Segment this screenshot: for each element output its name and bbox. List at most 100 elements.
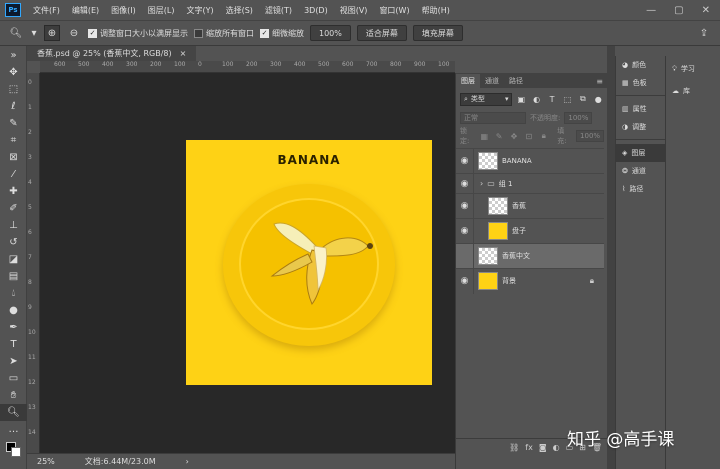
tab-layers[interactable]: 图层 <box>456 74 480 88</box>
layer-row-banana[interactable]: ◉ 香蕉 <box>456 193 604 219</box>
blur-tool-icon[interactable]: 💧︎ <box>0 285 27 302</box>
link-layers-icon[interactable]: ⛓ <box>509 443 519 452</box>
eye-icon[interactable]: ◉ <box>456 218 474 244</box>
fill-field[interactable]: 100% <box>576 130 605 142</box>
close-tab-icon[interactable]: × <box>180 49 187 58</box>
menu-image[interactable]: 图像(I) <box>105 5 142 16</box>
fit-screen-button[interactable]: 适合屏幕 <box>356 25 407 41</box>
dock-learn[interactable]: 💡︎ 学习 <box>666 58 720 80</box>
color-swatches[interactable] <box>0 438 27 464</box>
menu-select[interactable]: 选择(S) <box>220 5 259 16</box>
menu-layer[interactable]: 图层(L) <box>142 5 181 16</box>
background-color-swatch[interactable] <box>11 447 21 457</box>
add-mask-icon[interactable]: ◙ <box>539 443 547 452</box>
scrubby-zoom-checkbox[interactable]: ✓ 细微缩放 <box>260 28 304 39</box>
toolbar-collapse-icon[interactable]: » <box>0 46 27 64</box>
brush-tool-icon[interactable]: ✐ <box>0 200 27 217</box>
lasso-tool-icon[interactable]: ℓ <box>0 98 27 115</box>
filter-smart-object-icon[interactable]: ⧉ <box>577 93 588 105</box>
zoom-tool-preset-icon[interactable]: 🔍︎ <box>8 25 24 41</box>
tab-channels[interactable]: 通道 <box>480 74 504 88</box>
minimize-icon[interactable]: — <box>646 5 656 16</box>
chevron-down-icon[interactable]: › <box>480 179 483 188</box>
layer-row-banana-text[interactable]: ◉ BANANA <box>456 148 604 174</box>
healing-brush-tool-icon[interactable]: ✚ <box>0 183 27 200</box>
chevron-down-icon[interactable]: ▾ <box>30 25 38 41</box>
zoom-level-readout[interactable]: 25% <box>37 457 55 466</box>
share-icon[interactable]: ⇪ <box>696 25 712 41</box>
rectangle-tool-icon[interactable]: ▭ <box>0 370 27 387</box>
maximize-icon[interactable]: ▢ <box>674 5 683 16</box>
lock-transparent-icon[interactable]: ▦ <box>479 130 490 142</box>
move-tool-icon[interactable]: ✥ <box>0 64 27 81</box>
dock-collapse-strip[interactable] <box>607 46 615 469</box>
lock-image-icon[interactable]: ✎ <box>494 130 505 142</box>
dock-swatches[interactable]: ▦ 色板 <box>616 74 666 92</box>
dock-adjustments[interactable]: ◑ 调整 <box>616 118 666 136</box>
filter-type-icon[interactable]: T <box>546 93 557 105</box>
eyedropper-tool-icon[interactable]: ⁄ <box>0 166 27 183</box>
resize-windows-checkbox[interactable]: ✓ 调整窗口大小以满屏显示 <box>88 28 188 39</box>
zoom-all-windows-checkbox[interactable]: 缩放所有窗口 <box>194 28 254 39</box>
clone-stamp-tool-icon[interactable]: ⊥ <box>0 217 27 234</box>
path-selection-tool-icon[interactable]: ➤ <box>0 353 27 370</box>
document-tab[interactable]: 香蕉.psd @ 25% (香蕉中文, RGB/8) × <box>27 46 197 61</box>
marquee-tool-icon[interactable]: ⬚ <box>0 81 27 98</box>
menu-window[interactable]: 窗口(W) <box>373 5 415 16</box>
fill-screen-button[interactable]: 填充屏幕 <box>412 25 463 41</box>
frame-tool-icon[interactable]: ⊠ <box>0 149 27 166</box>
eye-hidden-icon[interactable]: ◉ <box>456 243 474 269</box>
gradient-tool-icon[interactable]: ▤ <box>0 268 27 285</box>
zoom-100-button[interactable]: 100% <box>310 25 351 41</box>
adjustment-layer-icon[interactable]: ◐ <box>553 443 560 452</box>
hand-tool-icon[interactable]: ✋︎ <box>0 387 27 404</box>
crop-tool-icon[interactable]: ⌗ <box>0 132 27 149</box>
pen-tool-icon[interactable]: ✒ <box>0 319 27 336</box>
lock-all-icon[interactable]: 🔒︎ <box>538 130 549 142</box>
filter-shape-icon[interactable]: ⬚ <box>562 93 573 105</box>
zoom-in-icon[interactable]: ⊕ <box>44 25 60 41</box>
lock-artboard-icon[interactable]: ⊡ <box>523 130 534 142</box>
menu-view[interactable]: 视图(V) <box>334 5 374 16</box>
menu-3d[interactable]: 3D(D) <box>298 6 334 15</box>
chevron-right-icon[interactable]: › <box>186 457 189 466</box>
dock-paths[interactable]: ⌇ 路径 <box>616 180 666 198</box>
more-tools-icon[interactable]: … <box>0 421 27 438</box>
dock-libraries[interactable]: ☁ 库 <box>666 80 720 102</box>
dock-channels[interactable]: ❂ 通道 <box>616 162 666 180</box>
layer-style-icon[interactable]: fx <box>525 443 533 452</box>
history-brush-tool-icon[interactable]: ↺ <box>0 234 27 251</box>
menu-file[interactable]: 文件(F) <box>27 5 66 16</box>
dock-layers[interactable]: ◈ 图层 <box>616 144 666 162</box>
type-tool-icon[interactable]: T <box>0 336 27 353</box>
document-size-readout[interactable]: 文档:6.44M/23.0M <box>85 456 156 467</box>
document-canvas[interactable]: BANANA <box>186 140 432 385</box>
quick-select-tool-icon[interactable]: ✎ <box>0 115 27 132</box>
dock-color[interactable]: ◕ 颜色 <box>616 56 666 74</box>
menu-edit[interactable]: 编辑(E) <box>66 5 105 16</box>
lock-position-icon[interactable]: ✥ <box>509 130 520 142</box>
filter-toggle-icon[interactable]: ● <box>593 93 604 105</box>
menu-type[interactable]: 文字(Y) <box>180 5 219 16</box>
dock-properties[interactable]: ▥ 属性 <box>616 100 666 118</box>
opacity-field[interactable]: 100% <box>564 112 593 124</box>
layer-row-background[interactable]: ◉ 背景 🔒︎ <box>456 268 604 294</box>
menu-filter[interactable]: 滤镜(T) <box>259 5 298 16</box>
blend-mode-select[interactable]: 正常 <box>460 112 526 124</box>
eye-icon[interactable]: ◉ <box>456 173 474 194</box>
zoom-out-icon[interactable]: ⊖ <box>66 25 82 41</box>
layer-filter-select[interactable]: ⌕ 类型 ▾ <box>460 92 512 106</box>
layer-row-plate[interactable]: ◉ 盘子 <box>456 218 604 244</box>
tab-paths[interactable]: 路径 <box>504 74 528 88</box>
eye-icon[interactable]: ◉ <box>456 148 474 174</box>
dodge-tool-icon[interactable]: ● <box>0 302 27 319</box>
layer-row-chinese-text[interactable]: ◉ 香蕉中文 <box>456 243 604 269</box>
layer-row-group[interactable]: ◉ › ▭ 组 1 <box>456 173 604 194</box>
menu-help[interactable]: 帮助(H) <box>416 5 456 16</box>
filter-adjustment-icon[interactable]: ◐ <box>531 93 542 105</box>
panel-menu-icon[interactable]: ≡ <box>591 75 608 88</box>
zoom-tool-icon[interactable]: 🔍︎ <box>0 404 27 421</box>
filter-pixel-icon[interactable]: ▣ <box>516 93 527 105</box>
eraser-tool-icon[interactable]: ◪ <box>0 251 27 268</box>
eye-icon[interactable]: ◉ <box>456 193 474 219</box>
